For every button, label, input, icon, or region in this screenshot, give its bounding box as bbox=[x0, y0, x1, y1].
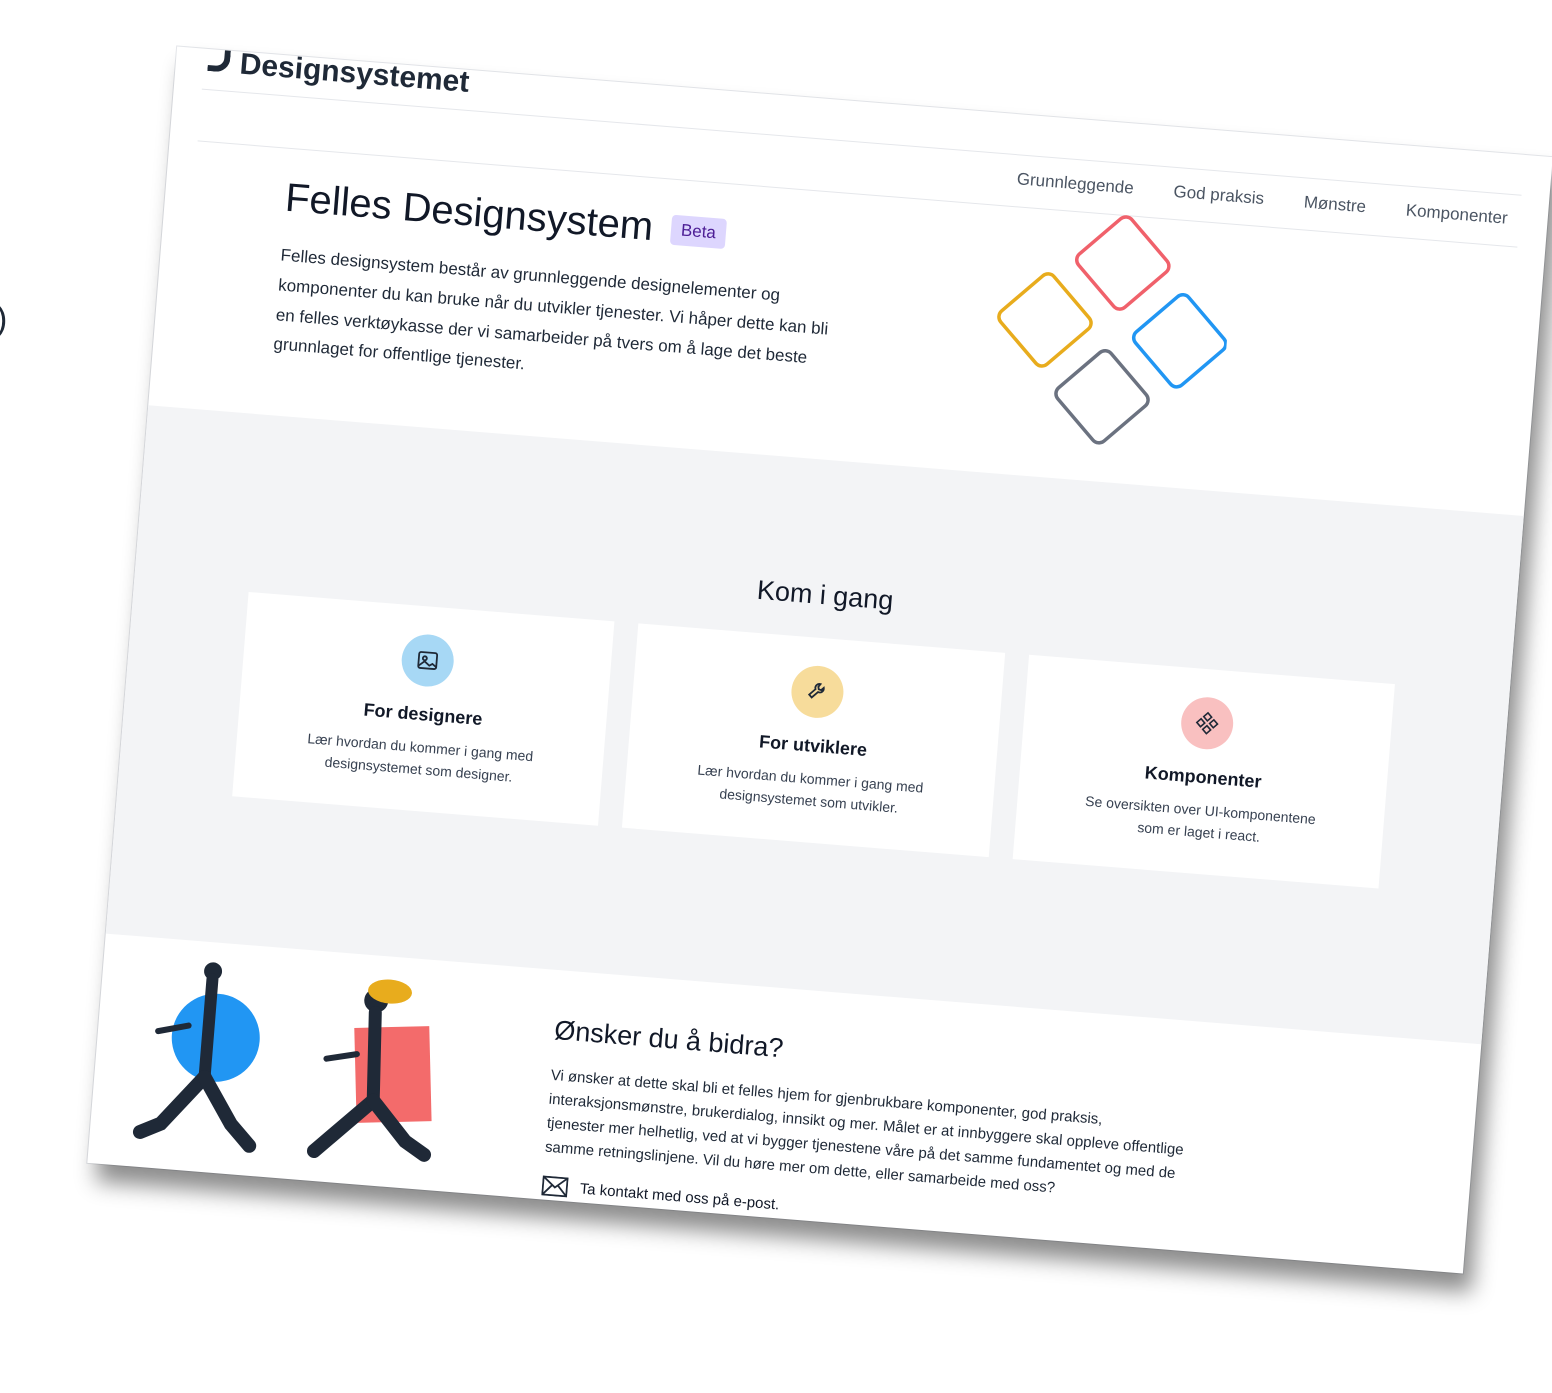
diamond-red-icon bbox=[1075, 215, 1171, 311]
nav-item-grunnleggende[interactable]: Grunnleggende bbox=[1016, 169, 1134, 198]
get-started-section: Kom i gang For designere Lær hvordan du … bbox=[105, 405, 1524, 1045]
contact-email-text: Ta kontakt med oss på e-post. bbox=[579, 1179, 780, 1213]
walking-people-illustration bbox=[132, 962, 432, 1162]
brand-name: Designsystemet bbox=[238, 47, 471, 99]
diamonds-illustration bbox=[997, 215, 1228, 445]
nav-item-god-praksis[interactable]: God praksis bbox=[1173, 182, 1265, 209]
beta-badge: Beta bbox=[669, 214, 728, 249]
card-text: Se oversikten over UI-komponentene som e… bbox=[1084, 792, 1317, 845]
page-title-text: Felles Designsystem bbox=[283, 175, 655, 250]
web-page: Designsystemet Grunnleggende God praksis… bbox=[87, 46, 1552, 1274]
hero-description: Felles designsystem består av grunnlegge… bbox=[272, 245, 829, 374]
nav-item-komponenter[interactable]: Komponenter bbox=[1405, 201, 1508, 229]
mail-icon bbox=[541, 1175, 569, 1198]
screenshot-frame: Designsystemet Grunnleggende God praksis… bbox=[0, 0, 1552, 1393]
contribute-text-block: Ønsker du å bidra? Vi ønsker at dette sk… bbox=[541, 1015, 1223, 1249]
card-icon-circle bbox=[789, 663, 846, 720]
diamond-blue-icon bbox=[1131, 293, 1228, 389]
diamond-gray-icon bbox=[1054, 348, 1150, 445]
components-icon bbox=[1196, 711, 1219, 735]
card-text: Lær hvordan du kommer i gang med designs… bbox=[306, 730, 534, 785]
card-designers[interactable]: For designere Lær hvordan du kommer i ga… bbox=[232, 591, 615, 826]
diamond-yellow-icon bbox=[997, 272, 1093, 368]
card-text: Lær hvordan du kommer i gang med designs… bbox=[696, 761, 924, 816]
card-icon-circle bbox=[1179, 695, 1236, 752]
card-components[interactable]: Komponenter Se oversikten over UI-kompon… bbox=[1012, 654, 1395, 889]
image-icon bbox=[416, 651, 438, 670]
nav-item-monstre[interactable]: Mønstre bbox=[1303, 192, 1367, 217]
card-developers[interactable]: For utviklere Lær hvordan du kommer i ga… bbox=[622, 623, 1005, 858]
card-icon-circle bbox=[399, 632, 456, 689]
hero-section: Felles Designsystem Beta Felles designsy… bbox=[272, 176, 845, 404]
wrench-icon bbox=[807, 683, 825, 699]
logo-mark-icon bbox=[207, 46, 233, 73]
header-divider bbox=[201, 88, 1522, 196]
